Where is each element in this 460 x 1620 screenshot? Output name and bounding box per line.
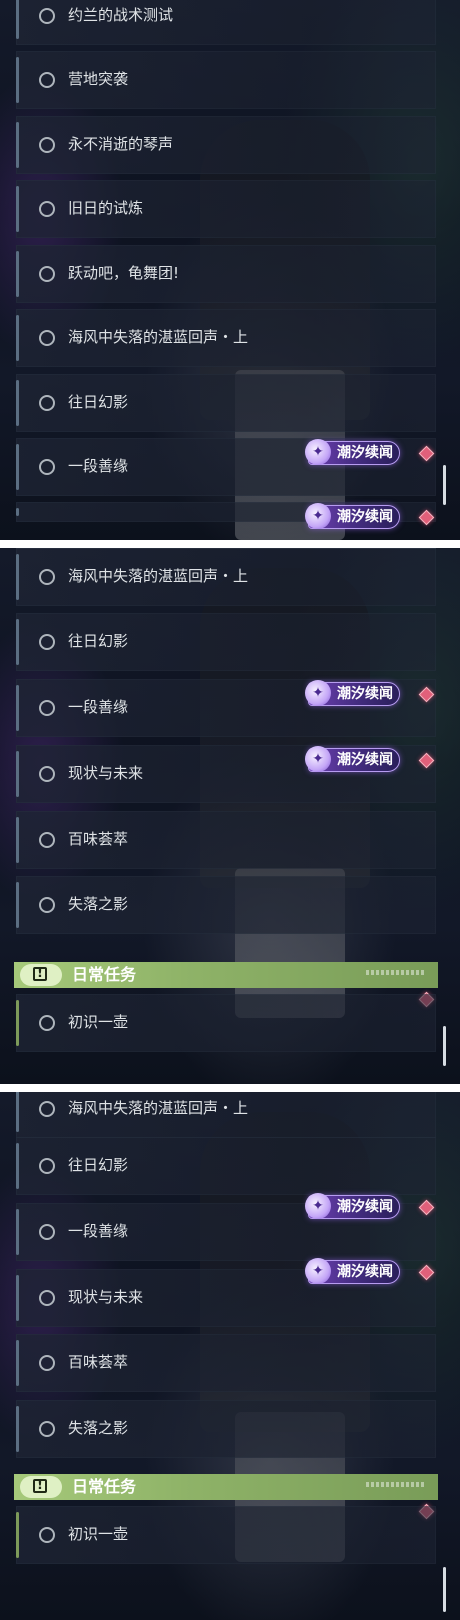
quest-item[interactable]: 永不消逝的琴声: [16, 116, 436, 174]
quest-title: 海风中失落的湛蓝回声・上: [68, 328, 249, 346]
quest-item[interactable]: 旧日的试炼: [16, 180, 436, 238]
quest-status-circle-icon: [39, 634, 55, 650]
quest-item[interactable]: 失落之影: [16, 1400, 436, 1458]
quest-title: 海风中失落的湛蓝回声・上: [68, 567, 249, 585]
quest-item[interactable]: 往日幻影: [16, 613, 436, 671]
quest-status-circle-icon: [39, 330, 55, 346]
badge-label: 潮汐续闻: [337, 1199, 393, 1215]
quest-title: 现状与未来: [68, 1288, 144, 1306]
quest-status-circle-icon: [39, 1101, 55, 1117]
sparkle-icon: ✦: [305, 680, 331, 706]
quest-title: 一段善缘: [68, 1222, 129, 1240]
quest-status-circle-icon: [39, 137, 55, 153]
daily-quests-header[interactable]: ! 日常任务: [14, 1474, 438, 1500]
daily-quest-item[interactable]: 初识一壶: [16, 994, 436, 1052]
quest-title: 现状与未来: [68, 764, 144, 782]
tide-tales-badge: ✦ 潮汐续闻: [305, 503, 400, 529]
quest-status-circle-icon: [39, 1421, 55, 1437]
quest-item[interactable]: 海风中失落的湛蓝回声・上: [16, 548, 436, 606]
quest-status-circle-icon: [39, 766, 55, 782]
quest-item[interactable]: 跃动吧，龟舞团!: [16, 245, 436, 303]
badge-label: 潮汐续闻: [337, 1264, 393, 1280]
quest-item[interactable]: 约兰的战术测试: [16, 0, 436, 45]
daily-quest-item[interactable]: 初识一壶: [16, 1506, 436, 1564]
quest-title: 营地突袭: [68, 70, 129, 88]
quest-status-circle-icon: [39, 8, 55, 24]
quest-item[interactable]: 百味荟萃: [16, 811, 436, 869]
quest-status-circle-icon: [39, 569, 55, 585]
quest-item[interactable]: 营地突袭: [16, 51, 436, 109]
quest-title: 跃动吧，龟舞团!: [68, 264, 180, 282]
quest-title: 失落之影: [68, 1419, 129, 1437]
quest-status-circle-icon: [39, 459, 55, 475]
quest-item[interactable]: 百味荟萃: [16, 1334, 436, 1392]
badge-label: 潮汐续闻: [337, 445, 393, 461]
sparkle-icon: ✦: [305, 503, 331, 529]
quest-status-circle-icon: [39, 832, 55, 848]
quest-title: 往日幻影: [68, 1156, 129, 1174]
quest-status-circle-icon: [39, 395, 55, 411]
quest-title: 永不消逝的琴声: [68, 135, 174, 153]
panel-divider: [0, 1084, 460, 1092]
section-decoration: [366, 970, 426, 975]
quest-status-circle-icon: [39, 201, 55, 217]
quest-item[interactable]: 往日幻影: [16, 374, 436, 432]
tide-tales-badge: ✦ 潮汐续闻: [305, 1193, 400, 1219]
tide-tales-badge: ✦ 潮汐续闻: [305, 1258, 400, 1284]
quest-item[interactable]: 海风中失落的湛蓝回声・上: [16, 309, 436, 367]
scrollbar-thumb[interactable]: [443, 465, 446, 505]
quest-status-circle-icon: [39, 1290, 55, 1306]
alert-icon-glyph: !: [37, 1478, 43, 1493]
quest-title: 往日幻影: [68, 632, 129, 650]
quest-title: 一段善缘: [68, 698, 129, 716]
quest-title: 初识一壶: [68, 1525, 129, 1543]
quest-title: 旧日的试炼: [68, 199, 144, 217]
quest-list-panel-1: 约兰的战术测试 营地突袭 永不消逝的琴声 旧日的试炼 跃动吧，龟舞团! 海风中失…: [0, 0, 460, 540]
quest-status-circle-icon: [39, 1527, 55, 1543]
quest-status-circle-icon: [39, 72, 55, 88]
quest-title: 往日幻影: [68, 393, 129, 411]
section-decoration: [366, 1482, 426, 1487]
quest-item[interactable]: 海风中失落的湛蓝回声・上: [16, 1092, 436, 1138]
quest-status-circle-icon: [39, 266, 55, 282]
quest-title: 约兰的战术测试: [68, 6, 174, 24]
quest-status-circle-icon: [39, 1355, 55, 1371]
alert-icon-glyph: !: [37, 966, 43, 981]
quest-status-circle-icon: [39, 897, 55, 913]
quest-item[interactable]: 失落之影: [16, 876, 436, 934]
tide-tales-badge: ✦ 潮汐续闻: [305, 439, 400, 465]
quest-title: 一段善缘: [68, 457, 129, 475]
quest-title: 初识一壶: [68, 1013, 129, 1031]
tide-tales-badge: ✦ 潮汐续闻: [305, 746, 400, 772]
quest-status-circle-icon: [39, 1015, 55, 1031]
sparkle-icon: ✦: [305, 746, 331, 772]
section-title: 日常任务: [72, 965, 137, 984]
quest-status-circle-icon: [39, 1224, 55, 1240]
quest-status-circle-icon: [39, 1158, 55, 1174]
badge-label: 潮汐续闻: [337, 686, 393, 702]
tide-tales-badge: ✦ 潮汐续闻: [305, 680, 400, 706]
daily-quests-header[interactable]: ! 日常任务: [14, 962, 438, 988]
quest-list-panel-3: 海风中失落的湛蓝回声・上 往日幻影 一段善缘 现状与未来 百味荟萃 失落之影 ✦…: [0, 1092, 460, 1620]
quest-status-circle-icon: [39, 700, 55, 716]
badge-label: 潮汐续闻: [337, 752, 393, 768]
panel-divider: [0, 540, 460, 548]
quest-title: 百味荟萃: [68, 1353, 129, 1371]
sparkle-icon: ✦: [305, 1258, 331, 1284]
scrollbar-thumb[interactable]: [443, 1026, 446, 1066]
quest-title: 百味荟萃: [68, 830, 129, 848]
badge-label: 潮汐续闻: [337, 509, 393, 525]
sparkle-icon: ✦: [305, 439, 331, 465]
quest-title: 失落之影: [68, 895, 129, 913]
quest-item[interactable]: 往日幻影: [16, 1137, 436, 1195]
section-title: 日常任务: [72, 1477, 137, 1496]
sparkle-icon: ✦: [305, 1193, 331, 1219]
quest-list-panel-2: 海风中失落的湛蓝回声・上 往日幻影 一段善缘 现状与未来 百味荟萃 失落之影 ✦…: [0, 548, 460, 1084]
scrollbar-thumb[interactable]: [443, 1567, 446, 1612]
quest-title: 海风中失落的湛蓝回声・上: [68, 1099, 249, 1117]
